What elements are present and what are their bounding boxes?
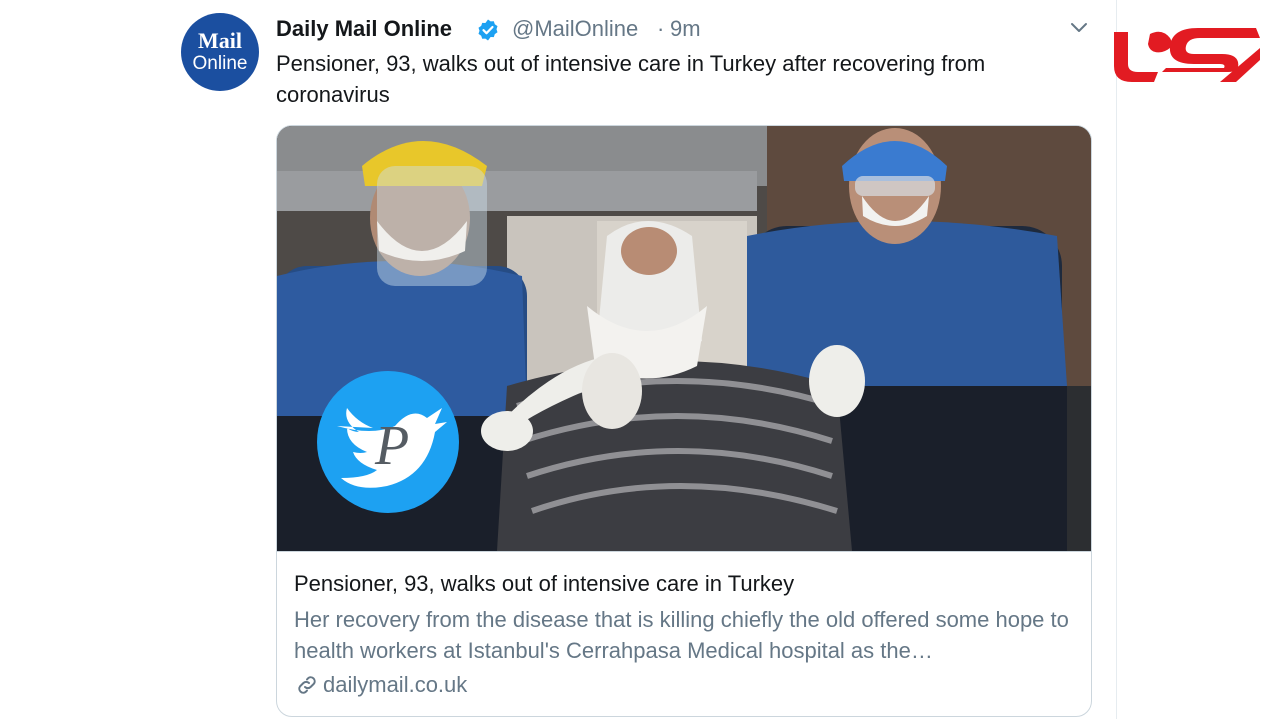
tweet[interactable]: Mail Online Daily Mail Online @MailOnlin… xyxy=(0,0,1116,719)
author-handle[interactable]: @MailOnline xyxy=(512,15,638,43)
link-card[interactable]: P Pensioner, 93, walks out of intensive … xyxy=(276,125,1092,717)
card-photo-illustration: P xyxy=(277,126,1091,551)
card-title: Pensioner, 93, walks out of intensive ca… xyxy=(294,571,795,596)
avatar[interactable]: Mail Online xyxy=(181,13,259,91)
svg-text:P: P xyxy=(374,415,409,477)
card-separator xyxy=(277,551,1091,552)
author-name[interactable]: Daily Mail Online xyxy=(276,15,452,43)
avatar-line2: Online xyxy=(192,53,248,74)
site-logo xyxy=(1114,28,1260,82)
avatar-line1: Mail xyxy=(198,28,242,53)
chevron-down-icon[interactable] xyxy=(1068,16,1090,38)
link-icon xyxy=(298,676,316,694)
card-description: Her recovery from the disease that is ki… xyxy=(294,607,1069,663)
separator-dot: · xyxy=(657,16,665,41)
tweet-timestamp[interactable]: 9m xyxy=(670,15,701,43)
card-photo: P xyxy=(277,126,1091,551)
timeline-border xyxy=(1116,0,1117,719)
verified-badge-icon xyxy=(478,19,498,41)
tweet-text: Pensioner, 93, walks out of intensive ca… xyxy=(276,51,986,107)
card-domain[interactable]: dailymail.co.uk xyxy=(323,671,467,699)
